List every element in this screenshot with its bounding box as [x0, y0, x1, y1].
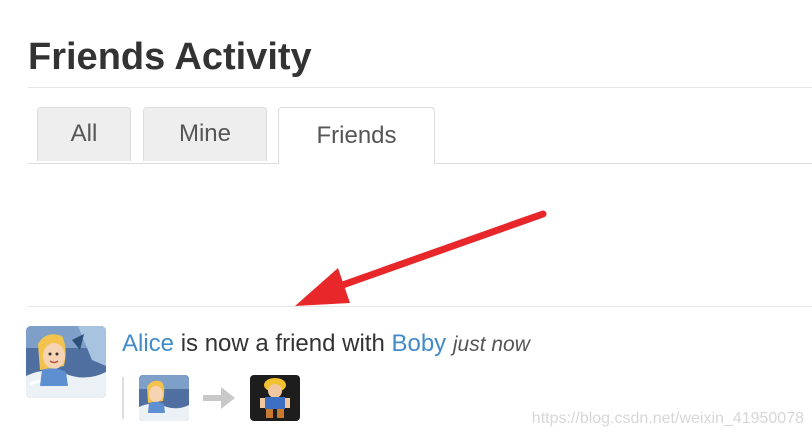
activity-text: Alice is now a friend with Boby just now: [122, 327, 530, 362]
target-link[interactable]: Boby: [391, 330, 446, 357]
watermark: https://blog.csdn.net/weixin_41950078: [531, 410, 804, 427]
actor-link[interactable]: Alice: [122, 330, 174, 357]
target-thumbnail-image: [250, 375, 300, 421]
activity-action: is now a friend with: [180, 330, 385, 357]
activity-timestamp: just now: [452, 333, 530, 356]
activity-tabs: All Mine Friends: [28, 107, 812, 164]
actor-thumbnail-image: [139, 375, 189, 421]
tab-all[interactable]: All: [37, 107, 131, 161]
alice-avatar-image: [26, 326, 106, 398]
actor-thumbnail[interactable]: [139, 375, 189, 421]
alice-avatar[interactable]: [26, 326, 106, 398]
annotation-arrow-icon: [295, 210, 547, 306]
arrow-right-icon: [203, 387, 235, 409]
title-divider: [28, 87, 812, 88]
feed-divider: [28, 306, 812, 307]
tab-friends[interactable]: Friends: [278, 107, 435, 164]
activity-detail-bar: [122, 377, 124, 419]
page-title: Friends Activity: [28, 36, 312, 78]
tab-mine[interactable]: Mine: [143, 107, 267, 161]
target-thumbnail[interactable]: [250, 375, 300, 421]
